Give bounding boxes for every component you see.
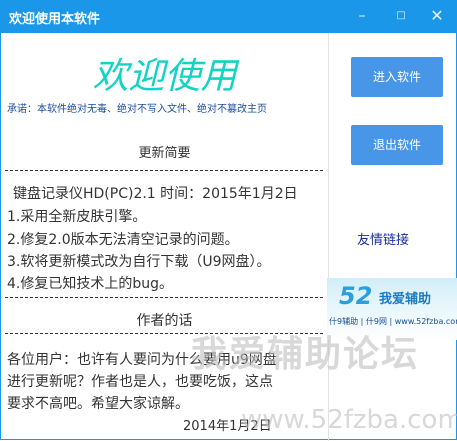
- banner-name: 我爱辅助: [379, 292, 432, 307]
- update-line: 键盘记录仪HD(PC)2.1 时间：2015年1月2日: [13, 186, 298, 202]
- author-line: 各位用户：也许有人要问为什么要用u9网盘: [7, 352, 277, 368]
- banner-number: 52: [339, 282, 373, 310]
- ad-banner[interactable]: 52 我爱辅助 什9辅助 | 什9网 | www.52fzba.com: [327, 278, 457, 340]
- exit-software-button[interactable]: 退出软件: [351, 125, 443, 165]
- update-line: 2.修复2.0版本无法清空记录的问题。: [7, 232, 239, 248]
- minimize-button[interactable]: –: [351, 6, 373, 26]
- update-title: 更新简要: [138, 146, 191, 161]
- maximize-button[interactable]: □: [390, 6, 412, 26]
- info-panel: 欢迎使用 承诺：本软件绝对无毒、绝对不写入文件、绝对不篡改主页 更新简要 键盘记…: [1, 33, 329, 441]
- window-title: 欢迎使用本软件: [9, 12, 101, 27]
- app-window: 欢迎使用本软件 – □ ✕ 欢迎使用 承诺：本软件绝对无毒、绝对不写入文件、绝对…: [0, 0, 457, 441]
- author-title: 作者的话: [136, 313, 193, 329]
- enter-software-button[interactable]: 进入软件: [351, 57, 443, 97]
- welcome-heading: 欢迎使用: [92, 56, 237, 97]
- update-divider: [5, 170, 323, 171]
- title-bar[interactable]: 欢迎使用本软件 – □ ✕: [1, 1, 456, 33]
- banner-subtext: 什9辅助 | 什9网 | www.52fzba.com: [329, 317, 457, 326]
- update-line: 4.修复已知技术上的bug。: [7, 276, 174, 292]
- author-divider: [5, 333, 323, 334]
- author-date: 2014年1月2日: [183, 419, 272, 434]
- update-line: 1.采用全新皮肤引擎。: [7, 209, 147, 225]
- author-line: 进行更新呢？作者也是人，也要吃饭，这点: [7, 374, 273, 390]
- update-line: 3.软将更新模式改为自行下载（U9网盘）。: [7, 254, 271, 270]
- author-line: 要求不高吧。希望大家谅解。: [7, 396, 189, 412]
- update-divider: [5, 297, 323, 298]
- friend-link[interactable]: 友情链接: [357, 229, 409, 248]
- side-panel: 进入软件 退出软件 友情链接 52 我爱辅助 什9辅助 | 什9网 | www.…: [327, 33, 457, 441]
- close-button[interactable]: ✕: [426, 6, 448, 26]
- promise-text: 承诺：本软件绝对无毒、绝对不写入文件、绝对不篡改主页: [7, 104, 267, 115]
